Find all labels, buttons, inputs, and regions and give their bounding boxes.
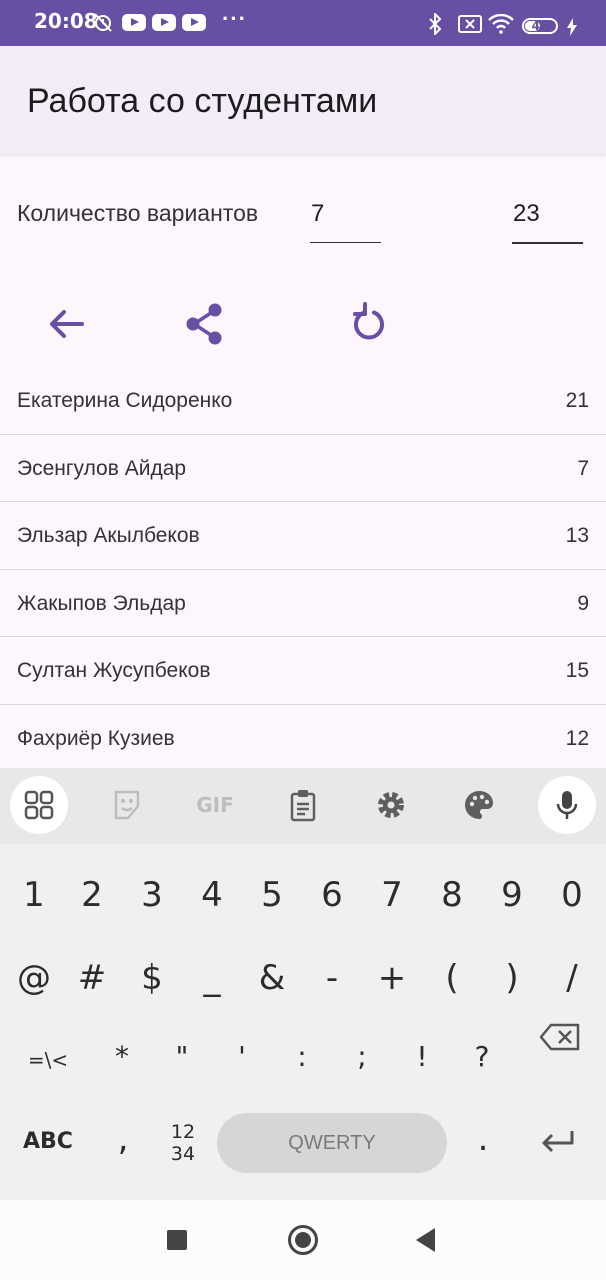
home-button[interactable] xyxy=(288,1225,318,1255)
student-name: Фахриёр Кузиев xyxy=(17,726,175,750)
key[interactable]: 5 xyxy=(244,865,300,925)
sticker-icon xyxy=(114,790,140,820)
settings-button[interactable] xyxy=(362,776,420,834)
period-key[interactable]: . xyxy=(455,1113,511,1173)
variant-count-label: Количество вариантов xyxy=(17,200,259,226)
student-list: Екатерина Сидоренко 21 Эсенгулов Айдар 7 Эль… xyxy=(0,367,606,772)
charging-icon xyxy=(567,18,577,36)
key[interactable]: 8 xyxy=(424,865,480,925)
student-row[interactable]: Эсенгулов Айдар 7 xyxy=(0,435,606,502)
wifi-icon xyxy=(488,14,514,34)
backspace-icon xyxy=(539,1023,580,1051)
comma-key[interactable]: , xyxy=(95,1113,151,1173)
student-name: Екатерина Сидоренко xyxy=(17,389,233,412)
key[interactable]: 7 xyxy=(364,865,420,925)
enter-key[interactable] xyxy=(526,1113,588,1173)
clipboard-icon xyxy=(290,790,316,822)
key[interactable]: 0 xyxy=(544,865,600,925)
enter-icon xyxy=(542,1131,574,1153)
bluetooth-icon xyxy=(429,13,442,35)
back-button[interactable] xyxy=(40,298,92,350)
no-sim-icon xyxy=(458,15,482,33)
share-button[interactable] xyxy=(178,298,230,350)
key[interactable]: 6 xyxy=(304,865,360,925)
student-name: Эльзар Акылбеков xyxy=(17,524,200,547)
key[interactable]: 2 xyxy=(64,865,120,925)
alarm-off-icon xyxy=(94,13,112,32)
key[interactable]: ( xyxy=(424,948,480,1008)
key[interactable]: - xyxy=(304,948,360,1008)
student-variant: 15 xyxy=(565,659,589,682)
gif-button[interactable]: GIF xyxy=(186,776,244,834)
student-variant: 13 xyxy=(565,524,589,547)
theme-button[interactable] xyxy=(450,776,508,834)
key[interactable]: " xyxy=(154,1030,210,1090)
clipboard-button[interactable] xyxy=(274,776,332,834)
youtube-notification-icon xyxy=(182,14,206,31)
battery-indicator: 48 xyxy=(522,18,558,34)
key[interactable]: 3 xyxy=(124,865,180,925)
refresh-button[interactable] xyxy=(343,298,395,350)
student-row[interactable]: Жакыпов Эльдар 9 xyxy=(0,570,606,637)
key[interactable]: $ xyxy=(124,948,180,1008)
student-variant: 12 xyxy=(565,726,589,750)
key[interactable]: ; xyxy=(334,1030,390,1090)
recents-button[interactable] xyxy=(167,1230,187,1250)
arrow-back-icon xyxy=(50,310,84,338)
key[interactable]: ' xyxy=(214,1030,270,1090)
apps-grid-icon xyxy=(24,790,54,820)
key[interactable]: _ xyxy=(184,948,240,1008)
home-icon xyxy=(295,1232,311,1248)
key[interactable]: # xyxy=(64,948,120,1008)
app-bar: Работа со студентами xyxy=(0,46,606,154)
space-key[interactable]: QWERTY xyxy=(217,1113,447,1173)
student-row[interactable]: Екатерина Сидоренко 21 xyxy=(0,367,606,435)
apps-button[interactable] xyxy=(10,776,68,834)
refresh-icon xyxy=(353,302,384,340)
sticker-button[interactable] xyxy=(98,776,156,834)
key[interactable]: ! xyxy=(394,1030,450,1090)
numpad-key[interactable]: 12 34 xyxy=(155,1113,211,1173)
key[interactable]: ) xyxy=(484,948,540,1008)
numeric-keyboard: GIF 1 2 3 4 5 6 7 8 9 0 @ # $ _ & - + (… xyxy=(0,768,606,1200)
student-variant: 9 xyxy=(577,591,589,615)
key[interactable]: =\< xyxy=(20,1030,76,1090)
student-name: Эсенгулов Айдар xyxy=(17,456,187,480)
gear-icon xyxy=(378,792,404,818)
keyboard-toolbar: GIF xyxy=(0,768,606,844)
status-bar: 20:08 ··· 48 xyxy=(0,0,606,46)
key[interactable]: + xyxy=(364,948,420,1008)
student-variant: 21 xyxy=(565,389,589,412)
student-name: Жакыпов Эльдар xyxy=(17,591,186,615)
voice-input-button[interactable] xyxy=(538,776,596,834)
youtube-notification-icon xyxy=(152,14,176,31)
student-name: Султан Жусупбеков xyxy=(17,659,211,682)
student-row[interactable]: Султан Жусупбеков 15 xyxy=(0,637,606,705)
status-time: 20:08 xyxy=(34,9,98,33)
key[interactable]: * xyxy=(94,1030,150,1090)
backspace-key[interactable] xyxy=(539,1005,606,1065)
back-nav-button[interactable] xyxy=(416,1228,435,1252)
key[interactable]: & xyxy=(244,948,300,1008)
key[interactable]: 9 xyxy=(484,865,540,925)
key[interactable]: ? xyxy=(454,1030,510,1090)
abc-key[interactable]: ABC xyxy=(15,1113,81,1173)
key[interactable]: 4 xyxy=(184,865,240,925)
more-notifications-icon: ··· xyxy=(222,6,247,31)
variant-to-input[interactable]: 23 xyxy=(512,190,583,244)
youtube-notification-icon xyxy=(122,14,146,31)
student-row[interactable]: Фахриёр Кузиев 12 xyxy=(0,705,606,772)
palette-icon xyxy=(465,791,493,819)
share-icon xyxy=(186,303,222,345)
variant-from-input[interactable]: 7 xyxy=(310,190,381,243)
system-nav-bar xyxy=(0,1200,606,1280)
key[interactable]: / xyxy=(544,948,600,1008)
key[interactable]: 1 xyxy=(6,865,62,925)
key[interactable]: : xyxy=(274,1030,330,1090)
page-title: Работа со студентами xyxy=(27,82,378,120)
key[interactable]: @ xyxy=(6,948,62,1008)
microphone-icon xyxy=(556,791,578,819)
student-variant: 7 xyxy=(577,456,589,480)
student-row[interactable]: Эльзар Акылбеков 13 xyxy=(0,502,606,570)
